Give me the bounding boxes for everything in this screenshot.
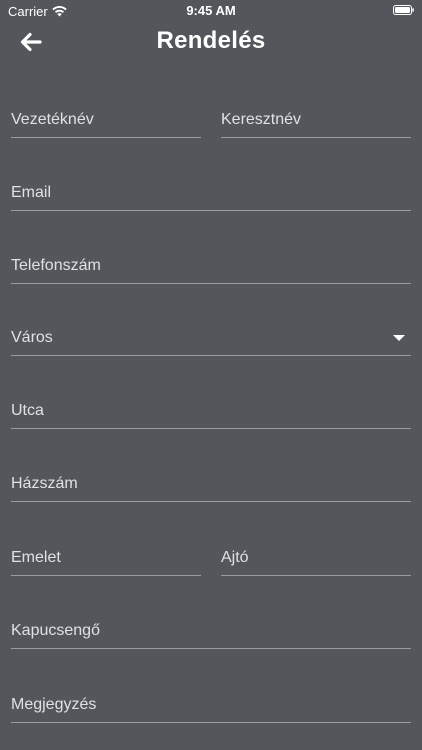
doorbell-field[interactable]: Kapucsengő: [11, 610, 411, 649]
battery-icon: [393, 5, 414, 15]
house-number-field[interactable]: Házszám: [11, 463, 411, 502]
first-name-field[interactable]: Keresztnév: [221, 99, 411, 138]
floor-door-row: Emelet Ajtó: [11, 537, 411, 577]
doorbell-placeholder: Kapucsengő: [11, 622, 100, 639]
first-name-placeholder: Keresztnév: [221, 111, 302, 128]
email-placeholder: Email: [11, 184, 52, 201]
name-row: Vezetéknév Keresztnév: [11, 99, 411, 139]
note-placeholder: Megjegyzés: [11, 696, 97, 713]
street-placeholder: Utca: [11, 402, 44, 419]
last-name-field[interactable]: Vezetéknév: [11, 99, 201, 138]
door-placeholder: Ajtó: [221, 549, 249, 566]
street-row: Utca: [11, 390, 411, 430]
email-row: Email: [11, 172, 411, 212]
note-field[interactable]: Megjegyzés: [11, 684, 411, 723]
doorbell-row: Kapucsengő: [11, 610, 411, 650]
order-screen: Carrier 9:45 AM Rendelés Vezetéknév Kere…: [0, 0, 422, 750]
city-dropdown[interactable]: Város: [11, 317, 411, 356]
street-field[interactable]: Utca: [11, 390, 411, 429]
last-name-placeholder: Vezetéknév: [11, 111, 94, 128]
page-title: Rendelés: [156, 27, 266, 54]
status-time: 9:45 AM: [186, 3, 236, 18]
city-placeholder: Város: [11, 329, 53, 346]
floor-placeholder: Emelet: [11, 549, 61, 566]
city-row: Város: [11, 317, 411, 357]
door-field[interactable]: Ajtó: [221, 537, 411, 576]
chevron-down-icon: [393, 335, 405, 341]
house-number-row: Házszám: [11, 463, 411, 503]
house-number-placeholder: Házszám: [11, 475, 78, 492]
note-row: Megjegyzés: [11, 684, 411, 724]
status-bar: Carrier 9:45 AM: [0, 0, 422, 22]
phone-row: Telefonszám: [11, 245, 411, 285]
header: Rendelés: [0, 22, 422, 62]
email-field[interactable]: Email: [11, 172, 411, 211]
floor-field[interactable]: Emelet: [11, 537, 201, 576]
phone-field[interactable]: Telefonszám: [11, 245, 411, 284]
phone-placeholder: Telefonszám: [11, 257, 101, 274]
